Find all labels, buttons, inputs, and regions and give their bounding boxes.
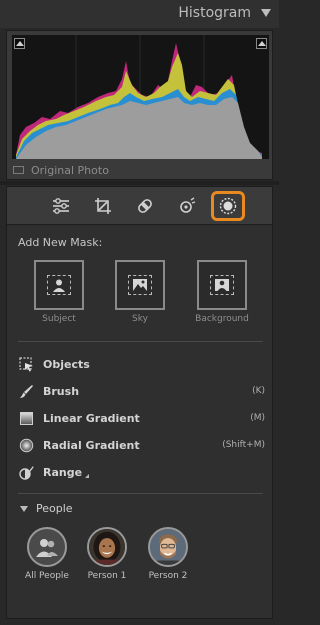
linear-gradient-shortcut: (M) <box>250 413 265 423</box>
crop-icon[interactable] <box>87 193 119 219</box>
red-eye-icon[interactable] <box>171 193 203 219</box>
people-section-header[interactable]: People <box>20 502 73 515</box>
panel-separator <box>0 181 279 185</box>
histogram-graph <box>12 35 269 159</box>
range-tool[interactable]: Range <box>18 462 265 482</box>
sky-icon <box>133 279 147 291</box>
all-people-label: All People <box>25 571 69 581</box>
people-icon <box>36 539 58 557</box>
edit-sliders-icon[interactable] <box>45 193 77 219</box>
tool-strip <box>7 187 272 225</box>
person-2-photo <box>150 529 186 565</box>
histogram-panel: Original Photo <box>6 30 273 180</box>
linear-gradient-tool[interactable]: Linear Gradient (M) <box>18 408 265 428</box>
radial-gradient-shortcut: (Shift+M) <box>222 440 265 450</box>
person-2-avatar <box>148 527 188 567</box>
sky-label: Sky <box>132 314 148 324</box>
subject-mask-button[interactable] <box>34 260 84 310</box>
radial-gradient-icon <box>18 437 34 453</box>
person-2-label: Person 2 <box>148 571 188 581</box>
range-icon <box>18 464 34 480</box>
divider <box>18 341 263 342</box>
expand-triangle-icon[interactable] <box>20 505 28 512</box>
linear-gradient-label: Linear Gradient <box>43 411 140 425</box>
radial-gradient-tool[interactable]: Radial Gradient (Shift+M) <box>18 435 265 455</box>
highlight-clipping-button[interactable] <box>256 38 267 49</box>
sky-mask-button[interactable] <box>115 260 165 310</box>
people-section-label: People <box>36 502 73 515</box>
linear-gradient-icon <box>18 410 34 426</box>
range-dropdown-icon[interactable] <box>85 474 90 478</box>
brush-tool[interactable]: Brush (K) <box>18 381 265 401</box>
radial-gradient-label: Radial Gradient <box>43 438 140 452</box>
masking-icon[interactable] <box>211 191 245 221</box>
original-photo-checkbox[interactable] <box>13 166 24 174</box>
collapse-triangle-icon[interactable] <box>261 9 271 17</box>
histogram-title: Histogram <box>178 5 251 21</box>
divider <box>18 493 263 494</box>
add-new-mask-label: Add New Mask: <box>18 236 103 249</box>
background-mask-button[interactable] <box>197 260 247 310</box>
all-people-avatar <box>27 527 67 567</box>
masking-panel: Add New Mask: Subject Sky Background Obj… <box>6 186 273 619</box>
person-2-button[interactable]: Person 2 <box>138 527 198 581</box>
original-photo-toggle[interactable]: Original Photo <box>13 163 109 177</box>
objects-icon <box>18 356 34 372</box>
person-1-button[interactable]: Person 1 <box>77 527 137 581</box>
brush-label: Brush <box>43 384 80 398</box>
histogram-header[interactable]: Histogram <box>0 0 279 28</box>
person-1-photo <box>89 529 125 565</box>
original-photo-label: Original Photo <box>31 163 109 177</box>
all-people-button[interactable]: All People <box>17 527 77 581</box>
brush-shortcut: (K) <box>252 386 265 396</box>
person-1-avatar <box>87 527 127 567</box>
background-icon <box>215 279 229 291</box>
range-label: Range <box>43 465 83 479</box>
person-1-label: Person 1 <box>87 571 127 581</box>
shadow-clipping-button[interactable] <box>14 38 25 49</box>
objects-label: Objects <box>43 357 90 371</box>
subject-label: Subject <box>42 314 76 324</box>
objects-tool[interactable]: Objects <box>18 354 265 374</box>
background-label: Background <box>195 314 249 324</box>
brush-icon <box>18 383 34 399</box>
heal-icon[interactable] <box>129 193 161 219</box>
subject-icon <box>53 279 65 292</box>
histogram-chart <box>16 35 262 159</box>
